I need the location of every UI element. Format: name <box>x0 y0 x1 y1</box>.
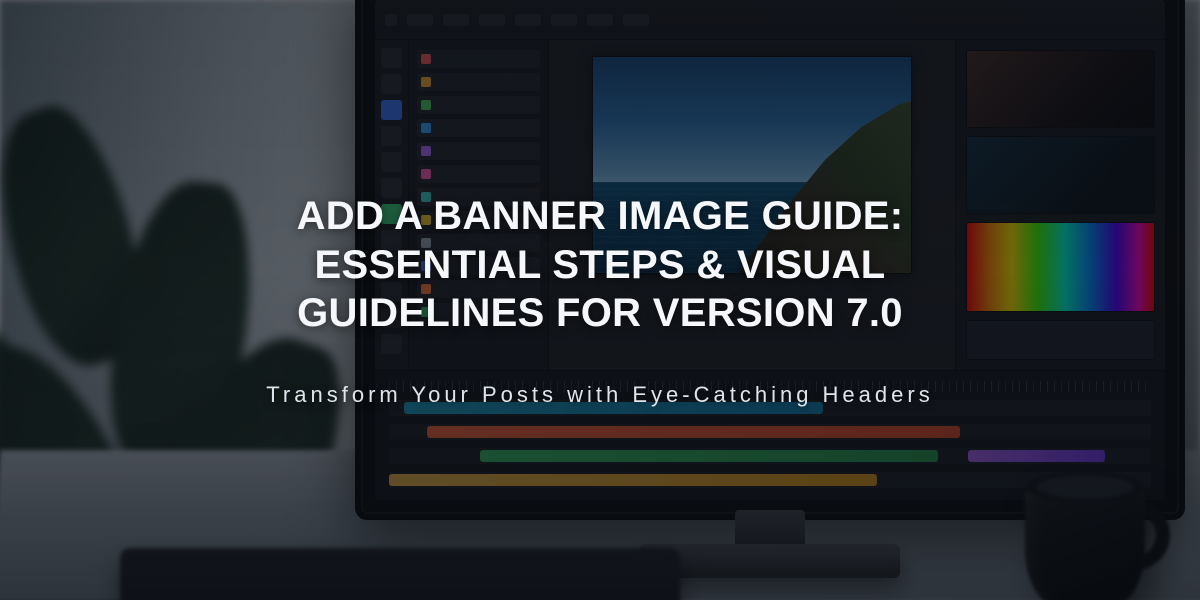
hero-banner: ADD A BANNER IMAGE GUIDE: ESSENTIAL STEP… <box>0 0 1200 600</box>
hero-title: ADD A BANNER IMAGE GUIDE: ESSENTIAL STEP… <box>266 192 933 338</box>
hero-subtitle: Transform Your Posts with Eye-Catching H… <box>266 382 933 408</box>
